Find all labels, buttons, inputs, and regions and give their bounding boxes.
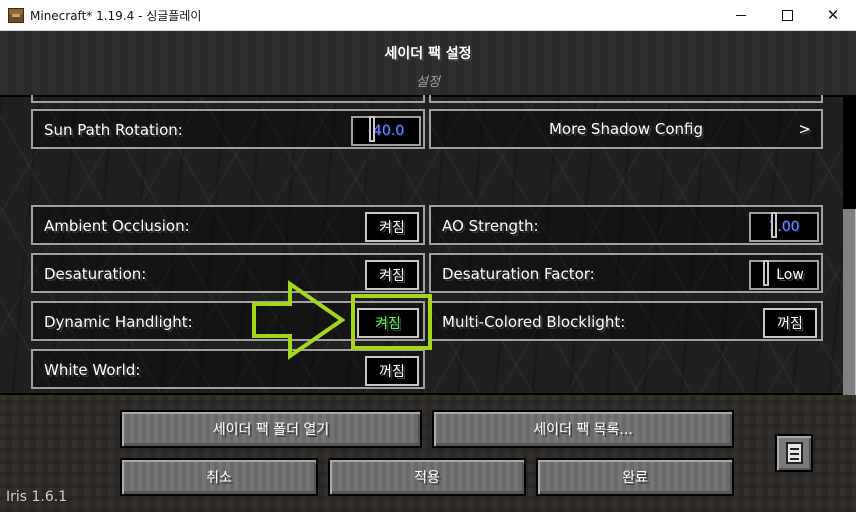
minecraft-block-icon [8, 8, 24, 23]
window-titlebar: Minecraft* 1.19.4 - 싱글플레이 ✕ [0, 0, 856, 31]
white-world-toggle[interactable]: 꺼짐 [365, 356, 419, 386]
desaturation-factor-value: Low [776, 267, 804, 283]
shader-config-file-button[interactable] [775, 434, 813, 472]
desaturation-factor-label: Desaturation Factor: [442, 265, 595, 283]
document-icon [786, 442, 803, 464]
cancel-button[interactable]: 취소 [120, 458, 318, 496]
multi-colored-blocklight-label: Multi-Colored Blocklight: [442, 313, 626, 331]
minimize-icon [736, 15, 746, 16]
screen-subtitle: 설정 [416, 75, 440, 90]
close-button[interactable]: ✕ [810, 0, 856, 31]
slider-handle[interactable] [771, 212, 777, 238]
maximize-icon [781, 10, 793, 21]
option-white-world: White World: 꺼짐 [31, 349, 425, 389]
slider-handle[interactable] [763, 260, 769, 286]
desaturation-label: Desaturation: [44, 265, 147, 283]
open-shader-folder-button[interactable]: 세이더 팩 폴더 열기 [120, 410, 422, 448]
partial-option-row-right[interactable] [429, 95, 823, 103]
sun-path-rotation-label: Sun Path Rotation: [44, 121, 183, 139]
partial-option-row-left[interactable] [31, 95, 425, 103]
apply-button[interactable]: 적용 [328, 458, 526, 496]
option-ao-strength: AO Strength: 1.00 [429, 205, 823, 245]
slider-handle[interactable] [369, 116, 375, 142]
right-arrow-annotation-icon [252, 280, 346, 360]
option-ambient-occlusion: Ambient Occlusion: 켜짐 [31, 205, 425, 245]
multi-colored-blocklight-toggle[interactable]: 꺼짐 [763, 308, 817, 338]
done-button[interactable]: 완료 [536, 458, 734, 496]
desaturation-toggle[interactable]: 켜짐 [365, 260, 419, 290]
chevron-right-icon: > [798, 120, 811, 138]
minimize-button[interactable] [718, 0, 764, 31]
white-world-label: White World: [44, 361, 141, 379]
option-sun-path-rotation: Sun Path Rotation: -40.0 [31, 109, 425, 149]
ao-strength-label: AO Strength: [442, 217, 539, 235]
desaturation-factor-slider[interactable]: Low [749, 260, 819, 290]
option-desaturation: Desaturation: 켜짐 [31, 253, 425, 293]
option-multi-colored-blocklight: Multi-Colored Blocklight: 꺼짐 [429, 301, 823, 341]
more-shadow-config-button[interactable]: More Shadow Config > [429, 109, 823, 149]
ambient-occlusion-toggle[interactable]: 켜짐 [365, 212, 419, 242]
maximize-button[interactable] [764, 0, 810, 31]
screen-title: 세이더 팩 설정 [384, 46, 472, 62]
more-shadow-config-label: More Shadow Config [548, 120, 704, 138]
version-label: Iris 1.6.1 [6, 489, 68, 505]
close-icon: ✕ [826, 6, 840, 24]
scrollbar-thumb[interactable] [843, 209, 856, 395]
option-desaturation-factor: Desaturation Factor: Low [429, 253, 823, 293]
ambient-occlusion-label: Ambient Occlusion: [44, 217, 190, 235]
game-screen: 세이더 팩 설정 설정 Sun Path Rotation: -40.0 Mor… [0, 31, 856, 512]
ao-strength-slider[interactable]: 1.00 [749, 212, 819, 242]
highlight-box [351, 294, 432, 350]
dynamic-handlight-label: Dynamic Handlight: [44, 313, 193, 331]
sun-path-rotation-slider[interactable]: -40.0 [351, 116, 421, 146]
shader-pack-list-button[interactable]: 세이더 팩 목록... [432, 410, 734, 448]
window-title: Minecraft* 1.19.4 - 싱글플레이 [30, 9, 202, 23]
